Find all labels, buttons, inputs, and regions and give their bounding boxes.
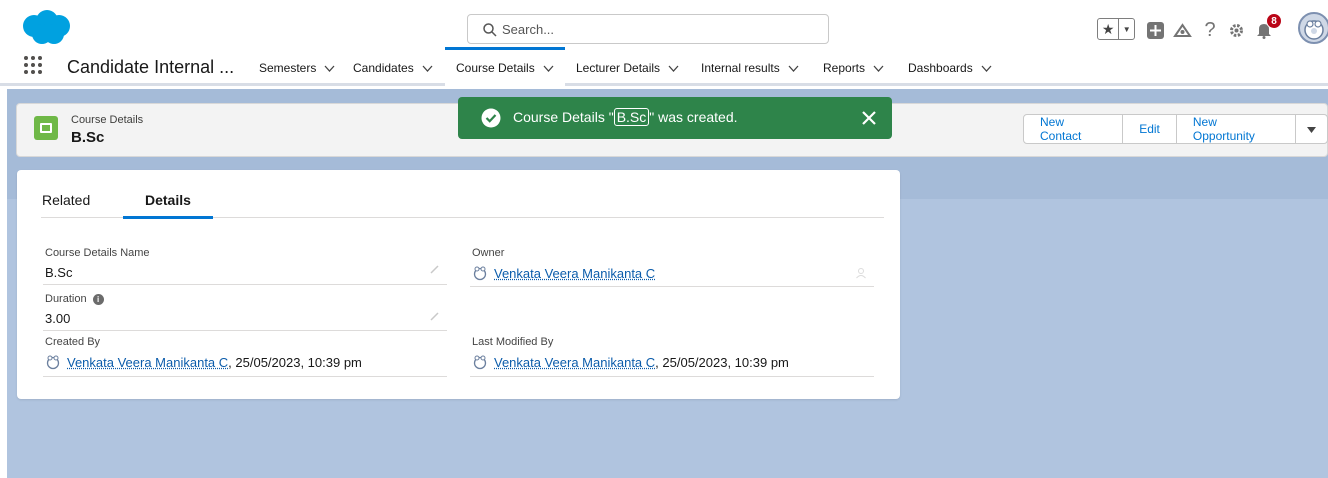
success-toast: Course Details " B.Sc " was created. [458,97,892,139]
course-details-icon [34,116,58,140]
field-value: 3.00 [45,311,104,326]
created-date: , 25/05/2023, 10:39 pm [228,355,362,370]
tab-related[interactable]: Related [42,192,90,216]
record-detail-card: Related Details Course Details Name B.Sc… [17,170,900,399]
notification-badge: 8 [1266,13,1282,29]
record-title: B.Sc [71,129,104,146]
field-label: Course Details Name [45,247,150,259]
info-icon[interactable]: i [93,294,104,305]
chevron-down-icon[interactable] [668,63,679,74]
global-header: ★ ▼ ? 8 [0,0,1328,50]
field-label: Owner [472,247,655,259]
tab-label: Lecturer Details [576,61,660,75]
global-search[interactable] [467,14,829,44]
user-avatar-icon [472,265,488,281]
app-launcher-icon[interactable] [24,56,44,76]
field-value: B.Sc [45,265,150,280]
tab-lecturer-details[interactable]: Lecturer Details [576,50,679,86]
field-value: Venkata Veera Manikanta C, 25/05/2023, 1… [472,354,789,370]
favorites-button[interactable]: ★ ▼ [1097,18,1135,40]
trailhead-icon[interactable] [1172,20,1192,40]
more-actions-button[interactable] [1295,114,1328,144]
chevron-down-icon[interactable] [873,63,884,74]
tab-candidates[interactable]: Candidates [353,50,433,86]
last-modified-by-link[interactable]: Venkata Veera Manikanta C [494,355,655,370]
field-label: Last Modified By [472,336,789,348]
toast-suffix: " was created. [649,109,737,125]
field-divider [43,284,447,285]
field-created-by: Created By Venkata Veera Manikanta C, 25… [45,336,362,370]
nav-bar: Candidate Internal ... Semesters Candida… [0,50,1328,86]
toast-prefix: Course Details " [513,109,614,125]
tab-label: Candidates [353,61,414,75]
chevron-down-icon[interactable]: ▼ [1119,19,1134,39]
change-owner-icon[interactable] [855,267,867,279]
field-label: Duration i [45,293,104,305]
add-icon[interactable] [1145,20,1165,40]
tab-label: Course Details [456,61,535,75]
new-contact-button[interactable]: New Contact [1023,114,1123,144]
field-last-modified-by: Last Modified By Venkata Veera Manikanta… [472,336,789,370]
new-opportunity-button[interactable]: New Opportunity [1176,114,1296,144]
tab-internal-results[interactable]: Internal results [701,50,799,86]
edit-pencil-icon[interactable] [429,263,441,275]
field-value: Venkata Veera Manikanta C, 25/05/2023, 1… [45,354,362,370]
record-object-type: Course Details [71,114,143,126]
toast-message: Course Details " B.Sc " was created. [513,109,738,125]
star-icon[interactable]: ★ [1098,19,1119,39]
success-icon [481,108,501,128]
tab-dashboards[interactable]: Dashboards [908,50,992,86]
tab-reports[interactable]: Reports [823,50,884,86]
tab-label: Semesters [259,61,316,75]
field-divider [470,286,874,287]
help-icon[interactable]: ? [1200,20,1220,40]
last-modified-date: , 25/05/2023, 10:39 pm [655,355,789,370]
gear-icon[interactable] [1226,20,1246,40]
chevron-down-icon[interactable] [981,63,992,74]
tab-label: Internal results [701,61,780,75]
chevron-down-icon[interactable] [422,63,433,74]
user-avatar-icon [45,354,61,370]
detail-tabs: Related Details [41,188,884,218]
tab-label: Dashboards [908,61,973,75]
chevron-down-icon[interactable] [324,63,335,74]
field-divider [43,330,447,331]
field-owner: Owner Venkata Veera Manikanta C [472,247,655,281]
tab-label: Reports [823,61,865,75]
tab-details[interactable]: Details [123,192,213,219]
field-divider [470,376,874,377]
app-name: Candidate Internal ... [67,57,234,78]
field-duration: Duration i 3.00 [45,293,104,326]
edit-pencil-icon[interactable] [429,310,441,322]
chevron-down-icon[interactable] [788,63,799,74]
record-actions: New Contact Edit New Opportunity [1023,114,1328,144]
salesforce-logo[interactable] [20,10,72,46]
chevron-down-icon[interactable] [1306,124,1317,135]
search-icon [482,22,498,38]
close-icon[interactable] [859,108,879,128]
field-divider [43,376,447,377]
avatar[interactable] [1298,12,1328,44]
field-label-text: Duration [45,293,87,305]
field-label: Created By [45,336,362,348]
created-by-link[interactable]: Venkata Veera Manikanta C [67,355,228,370]
user-avatar-icon [472,354,488,370]
chevron-down-icon[interactable] [543,63,554,74]
toast-record-link[interactable]: B.Sc [614,108,650,126]
tab-semesters[interactable]: Semesters [259,50,335,86]
edit-button[interactable]: Edit [1122,114,1177,144]
owner-link[interactable]: Venkata Veera Manikanta C [494,266,655,281]
field-course-details-name: Course Details Name B.Sc [45,247,150,280]
field-value: Venkata Veera Manikanta C [472,265,655,281]
tab-course-details[interactable]: Course Details [445,50,565,86]
search-input[interactable] [502,15,802,43]
